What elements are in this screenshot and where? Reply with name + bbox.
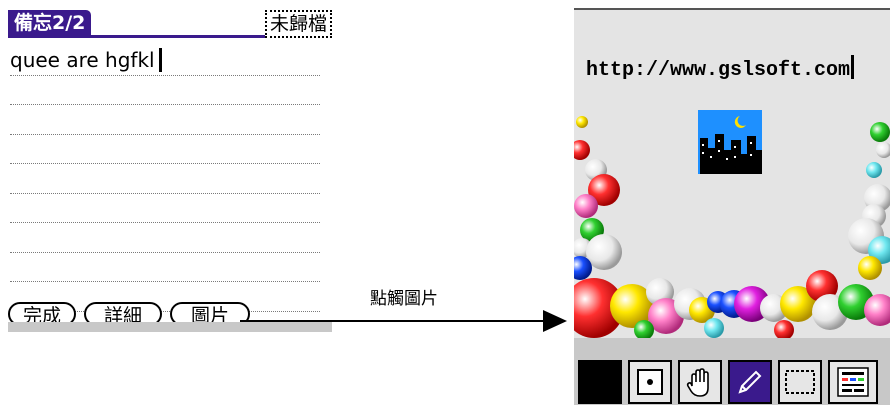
arrow-line <box>240 320 545 322</box>
url-text-value: http://www.gslsoft.com <box>586 59 851 82</box>
drawing-toolbar <box>574 356 890 405</box>
drawing-canvas[interactable]: http://www.gslsoft.com <box>574 10 890 355</box>
memo-line[interactable] <box>10 76 320 105</box>
pencil-icon[interactable] <box>728 360 772 404</box>
memo-text-area[interactable]: quee are hgfkl <box>10 46 320 312</box>
arrow-head <box>543 310 567 332</box>
text-cursor <box>851 55 855 79</box>
memo-line[interactable] <box>10 135 320 164</box>
arrow-label: 點觸圖片 <box>370 289 438 309</box>
picture-screen: http://www.gslsoft.com <box>574 8 890 405</box>
memo-line[interactable]: quee are hgfkl <box>10 46 320 76</box>
memo-line[interactable] <box>10 164 320 194</box>
selection-icon[interactable] <box>778 360 822 404</box>
settings-icon[interactable] <box>828 360 878 404</box>
dot-brush-icon[interactable] <box>628 360 672 404</box>
url-text: http://www.gslsoft.com <box>586 55 855 82</box>
category-selector[interactable]: 未歸檔 <box>264 10 332 38</box>
black-color-icon[interactable] <box>578 360 622 404</box>
memo-header: 備忘2/2 未歸檔 <box>8 10 332 40</box>
hand-icon[interactable] <box>678 360 722 404</box>
memo-line[interactable] <box>10 194 320 223</box>
memo-bottom-bar <box>8 322 332 332</box>
text-cursor <box>158 48 162 72</box>
memo-line[interactable] <box>10 223 320 253</box>
memo-line[interactable] <box>10 253 320 282</box>
memo-screen: 備忘2/2 未歸檔 quee are hgfkl 完成 詳細 圖片 <box>8 8 332 330</box>
memo-title: 備忘2/2 <box>8 10 92 36</box>
memo-line-text: quee are hgfkl <box>10 48 155 72</box>
night-city-icon <box>698 110 762 174</box>
memo-line[interactable] <box>10 105 320 135</box>
